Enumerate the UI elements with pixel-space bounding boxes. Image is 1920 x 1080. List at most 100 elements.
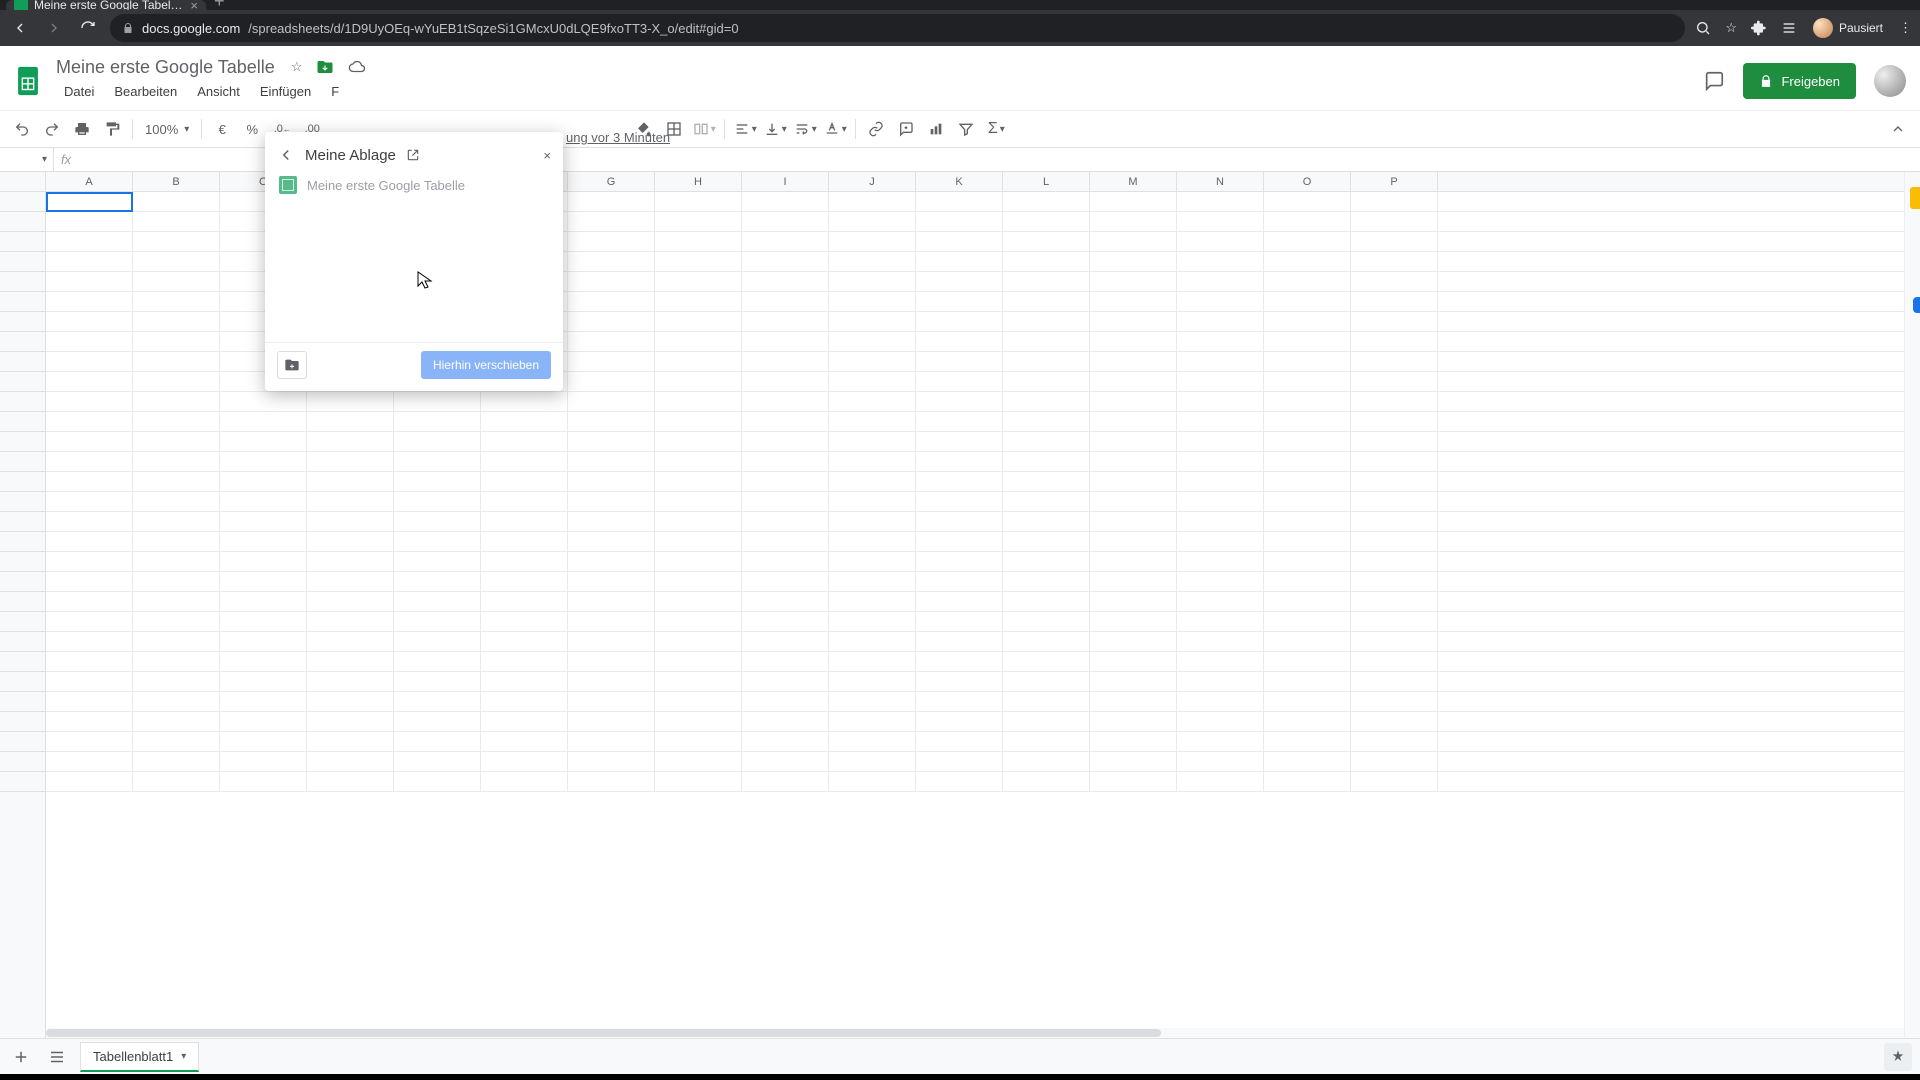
cell[interactable] <box>1003 572 1090 591</box>
cell[interactable] <box>1090 332 1177 351</box>
row-header[interactable] <box>0 452 45 472</box>
cell[interactable] <box>655 312 742 331</box>
row-header[interactable] <box>0 472 45 492</box>
text-rotation-button[interactable]: ▾ <box>821 115 849 143</box>
row-header[interactable] <box>0 692 45 712</box>
cell[interactable] <box>568 252 655 271</box>
cell[interactable] <box>307 752 394 771</box>
functions-button[interactable]: Σ▾ <box>982 115 1010 143</box>
forward-button[interactable] <box>42 16 66 40</box>
cell[interactable] <box>133 632 220 651</box>
cell[interactable] <box>307 492 394 511</box>
col-header[interactable]: N <box>1177 172 1264 191</box>
cell[interactable] <box>655 192 742 211</box>
cell[interactable] <box>916 772 1003 791</box>
cell[interactable] <box>46 212 133 231</box>
cell[interactable] <box>742 652 829 671</box>
row-header[interactable] <box>0 512 45 532</box>
cell[interactable] <box>307 592 394 611</box>
cell[interactable] <box>1351 672 1438 691</box>
cell[interactable] <box>742 552 829 571</box>
cell[interactable] <box>46 252 133 271</box>
cell[interactable] <box>1003 772 1090 791</box>
cell[interactable] <box>1090 192 1177 211</box>
cell[interactable] <box>742 232 829 251</box>
cell[interactable] <box>916 592 1003 611</box>
cell[interactable] <box>394 672 481 691</box>
cell[interactable] <box>742 192 829 211</box>
cell[interactable] <box>829 252 916 271</box>
cell[interactable] <box>46 392 133 411</box>
cell[interactable] <box>307 472 394 491</box>
cell[interactable] <box>1351 772 1438 791</box>
cell[interactable] <box>1264 772 1351 791</box>
cell[interactable] <box>394 552 481 571</box>
menu-ansicht[interactable]: Ansicht <box>189 82 248 101</box>
cell[interactable] <box>829 392 916 411</box>
cell[interactable] <box>1351 332 1438 351</box>
cell[interactable] <box>655 392 742 411</box>
cell[interactable] <box>1351 212 1438 231</box>
cell[interactable] <box>742 252 829 271</box>
move-to-folder-icon[interactable] <box>316 58 334 76</box>
cell[interactable] <box>916 452 1003 471</box>
row-header[interactable] <box>0 532 45 552</box>
cell[interactable] <box>916 512 1003 531</box>
cell[interactable] <box>307 652 394 671</box>
cell[interactable] <box>568 312 655 331</box>
cell[interactable] <box>1003 712 1090 731</box>
row-header[interactable] <box>0 372 45 392</box>
browser-menu-icon[interactable]: ⋮ <box>1899 20 1912 36</box>
col-header[interactable]: A <box>46 172 133 191</box>
cell[interactable] <box>1177 492 1264 511</box>
cell[interactable] <box>829 692 916 711</box>
cell[interactable] <box>307 612 394 631</box>
cell[interactable] <box>220 772 307 791</box>
cell[interactable] <box>1003 312 1090 331</box>
cell[interactable] <box>568 352 655 371</box>
cell[interactable] <box>394 472 481 491</box>
cell[interactable] <box>481 712 568 731</box>
cell[interactable] <box>481 572 568 591</box>
cell[interactable] <box>1351 652 1438 671</box>
cell[interactable] <box>133 372 220 391</box>
cell[interactable] <box>481 652 568 671</box>
sheets-logo[interactable] <box>8 61 48 101</box>
cell[interactable] <box>307 392 394 411</box>
cell[interactable] <box>655 572 742 591</box>
cell[interactable] <box>220 612 307 631</box>
cell[interactable] <box>46 272 133 291</box>
cell[interactable] <box>394 572 481 591</box>
cell[interactable] <box>742 292 829 311</box>
cell[interactable] <box>1264 552 1351 571</box>
cell[interactable] <box>829 652 916 671</box>
cell[interactable] <box>1090 532 1177 551</box>
cell[interactable] <box>1090 772 1177 791</box>
cell[interactable] <box>1264 372 1351 391</box>
cell[interactable] <box>568 232 655 251</box>
row-header[interactable] <box>0 492 45 512</box>
cell[interactable] <box>1090 412 1177 431</box>
cell[interactable] <box>1177 332 1264 351</box>
cell[interactable] <box>568 752 655 771</box>
cell[interactable] <box>829 272 916 291</box>
cell[interactable] <box>742 392 829 411</box>
row-header[interactable] <box>0 212 45 232</box>
cell[interactable] <box>1090 592 1177 611</box>
cell[interactable] <box>655 612 742 631</box>
cell[interactable] <box>307 432 394 451</box>
cell[interactable] <box>1003 672 1090 691</box>
back-button[interactable] <box>8 16 32 40</box>
cell[interactable] <box>655 472 742 491</box>
cell[interactable] <box>1351 472 1438 491</box>
cell[interactable] <box>1351 632 1438 651</box>
cell[interactable] <box>742 332 829 351</box>
cell[interactable] <box>1177 572 1264 591</box>
cell[interactable] <box>133 252 220 271</box>
cell[interactable] <box>655 292 742 311</box>
cell[interactable] <box>1177 392 1264 411</box>
row-header[interactable] <box>0 572 45 592</box>
cell[interactable] <box>1003 652 1090 671</box>
cell[interactable] <box>394 512 481 531</box>
cell[interactable] <box>568 392 655 411</box>
